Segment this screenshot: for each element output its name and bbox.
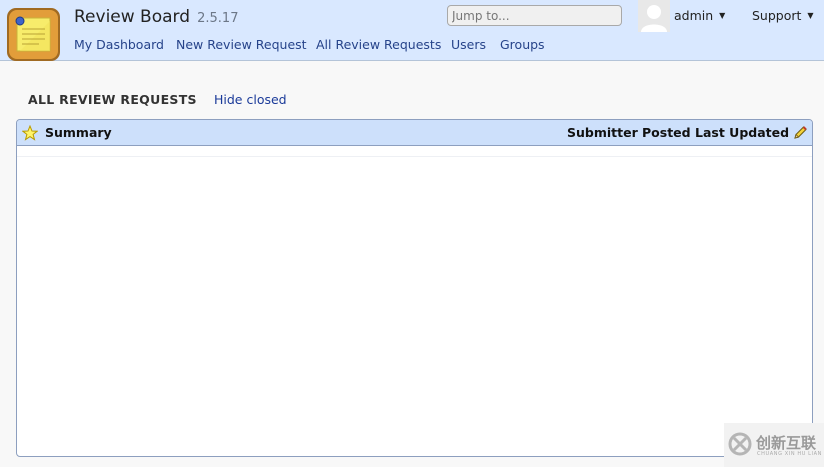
support-label: Support xyxy=(752,8,802,23)
star-icon[interactable] xyxy=(21,124,39,141)
chevron-down-icon: ▼ xyxy=(719,11,726,20)
nav-all-review-requests[interactable]: All Review Requests xyxy=(316,37,441,52)
app-version: 2.5.17 xyxy=(197,11,239,26)
review-board-logo-icon[interactable] xyxy=(6,7,61,62)
support-menu[interactable]: Support ▼ xyxy=(752,8,814,23)
watermark-subtext: CHUANG XIN HU LIAN xyxy=(757,451,822,457)
column-posted[interactable]: Posted xyxy=(642,125,691,140)
search-input[interactable] xyxy=(447,5,622,26)
hide-closed-link[interactable]: Hide closed xyxy=(214,92,287,107)
app-title[interactable]: Review Board 2.5.17 xyxy=(74,7,238,27)
datagrid-header: Summary Submitter Posted Last Updated xyxy=(17,120,812,146)
user-avatar-icon[interactable] xyxy=(638,0,670,32)
column-last-updated[interactable]: Last Updated xyxy=(695,125,789,140)
nav-new-review-request[interactable]: New Review Request xyxy=(176,37,307,52)
datagrid-divider xyxy=(17,156,812,157)
review-requests-datagrid: Summary Submitter Posted Last Updated xyxy=(16,119,813,457)
nav-groups[interactable]: Groups xyxy=(500,37,545,52)
pencil-icon[interactable] xyxy=(793,125,808,140)
watermark-logo-icon xyxy=(728,432,752,456)
chevron-down-icon: ▼ xyxy=(807,11,814,20)
user-menu[interactable]: admin ▼ xyxy=(674,8,725,23)
watermark-text: 创新互联 xyxy=(756,434,817,452)
column-submitter[interactable]: Submitter xyxy=(567,125,638,140)
user-name: admin xyxy=(674,8,714,23)
nav-users[interactable]: Users xyxy=(451,37,486,52)
top-bar: Review Board 2.5.17 My Dashboard New Rev… xyxy=(0,0,824,61)
app-name: Review Board xyxy=(74,7,191,27)
nav-my-dashboard[interactable]: My Dashboard xyxy=(74,37,164,52)
page-title: ALL REVIEW REQUESTS xyxy=(28,92,197,107)
column-summary[interactable]: Summary xyxy=(45,125,112,140)
